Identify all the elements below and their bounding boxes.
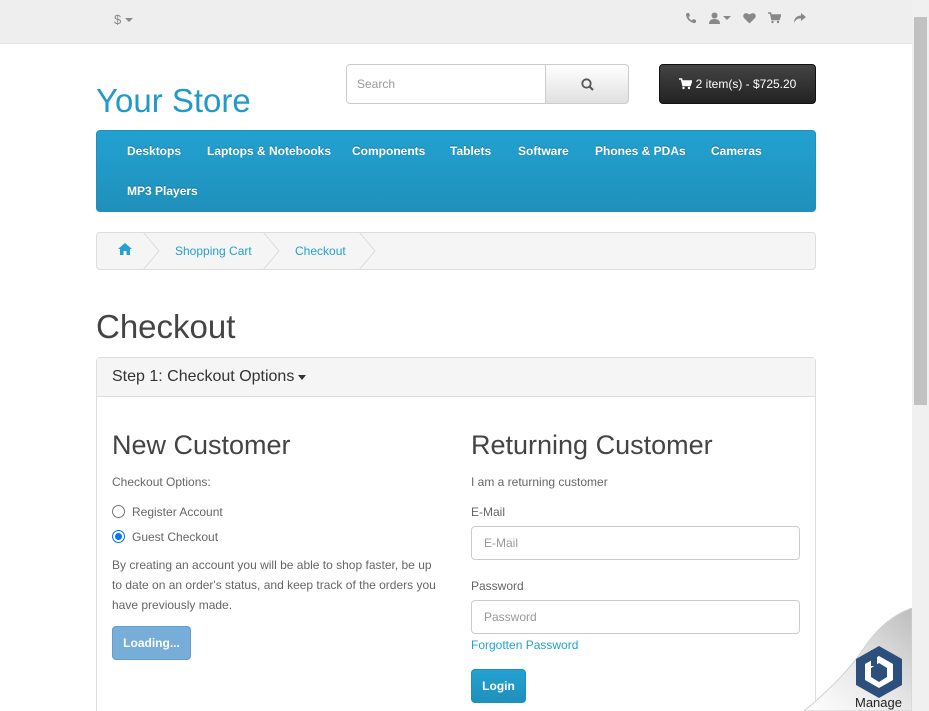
menu-item-components[interactable]: Components bbox=[352, 144, 425, 158]
register-account-label[interactable]: Register Account bbox=[132, 505, 223, 519]
currency-dropdown[interactable]: $ bbox=[114, 12, 134, 27]
menu-item-tablets[interactable]: Tablets bbox=[450, 144, 491, 158]
top-links bbox=[685, 12, 806, 24]
page-title: Checkout bbox=[96, 308, 236, 345]
login-button[interactable]: Login bbox=[471, 669, 526, 703]
panel-heading[interactable]: Step 1: Checkout Options bbox=[97, 358, 815, 397]
page-scrollbar[interactable] bbox=[912, 0, 929, 711]
breadcrumb-shopping-cart[interactable]: Shopping Cart bbox=[175, 244, 252, 258]
returning-customer-title: Returning Customer bbox=[471, 430, 713, 460]
new-customer-description: By creating an account you will be able … bbox=[112, 558, 436, 612]
cart-button[interactable]: 2 item(s) - $725.20 bbox=[659, 64, 816, 104]
phone-icon[interactable] bbox=[685, 12, 697, 24]
menu-item-cameras[interactable]: Cameras bbox=[711, 144, 762, 158]
new-customer-title: New Customer bbox=[112, 430, 291, 460]
panel-title: Step 1: Checkout Options bbox=[112, 368, 295, 385]
menu-item-mp3[interactable]: MP3 Players bbox=[127, 184, 198, 198]
menu-item-laptops[interactable]: Laptops & Notebooks bbox=[207, 144, 331, 158]
forgotten-password-link[interactable]: Forgotten Password bbox=[471, 638, 578, 652]
account-dropdown[interactable] bbox=[709, 12, 731, 24]
manage-label: Manage bbox=[855, 695, 902, 710]
currency-symbol: $ bbox=[114, 12, 122, 27]
search-input[interactable] bbox=[346, 64, 545, 104]
continue-button[interactable]: Loading... bbox=[112, 626, 191, 660]
cart-total: 2 item(s) - $725.20 bbox=[695, 77, 797, 91]
top-bar: $ bbox=[0, 0, 912, 44]
share-icon[interactable] bbox=[793, 12, 806, 24]
checkout-options-panel: Step 1: Checkout Options New Customer Ch… bbox=[96, 357, 816, 711]
breadcrumb-separator bbox=[142, 232, 160, 270]
email-field[interactable] bbox=[471, 526, 800, 560]
heart-icon[interactable] bbox=[743, 12, 756, 24]
search-button[interactable] bbox=[545, 64, 629, 104]
chevron-down-icon bbox=[125, 17, 134, 22]
register-account-radio[interactable] bbox=[112, 505, 125, 518]
breadcrumb: Shopping Cart Checkout bbox=[96, 232, 816, 270]
caret-down-icon bbox=[298, 374, 307, 380]
breadcrumb-separator bbox=[262, 232, 280, 270]
main-menu: Desktops Laptops & Notebooks Components … bbox=[96, 130, 816, 212]
search-bar bbox=[346, 64, 629, 104]
chevron-down-icon bbox=[723, 16, 731, 20]
guest-checkout-radio[interactable] bbox=[112, 530, 125, 543]
checkout-options-label: Checkout Options: bbox=[112, 475, 211, 489]
store-logo[interactable]: Your Store bbox=[96, 82, 251, 120]
cart-icon[interactable] bbox=[768, 12, 781, 24]
password-label: Password bbox=[471, 579, 524, 593]
returning-customer-subtitle: I am a returning customer bbox=[471, 475, 608, 489]
menu-item-software[interactable]: Software bbox=[518, 144, 569, 158]
cart-icon bbox=[678, 78, 692, 90]
menu-item-desktops[interactable]: Desktops bbox=[127, 144, 181, 158]
breadcrumb-separator bbox=[358, 232, 376, 270]
home-icon[interactable] bbox=[118, 243, 132, 258]
email-label: E-Mail bbox=[471, 505, 506, 519]
manage-widget[interactable]: Manage bbox=[803, 607, 913, 711]
breadcrumb-checkout[interactable]: Checkout bbox=[295, 244, 346, 258]
scrollbar-thumb[interactable] bbox=[914, 17, 927, 405]
menu-item-phones[interactable]: Phones & PDAs bbox=[595, 144, 686, 158]
guest-checkout-label[interactable]: Guest Checkout bbox=[132, 530, 218, 544]
password-field[interactable] bbox=[471, 600, 800, 634]
search-icon bbox=[580, 77, 594, 91]
user-icon bbox=[709, 12, 720, 24]
